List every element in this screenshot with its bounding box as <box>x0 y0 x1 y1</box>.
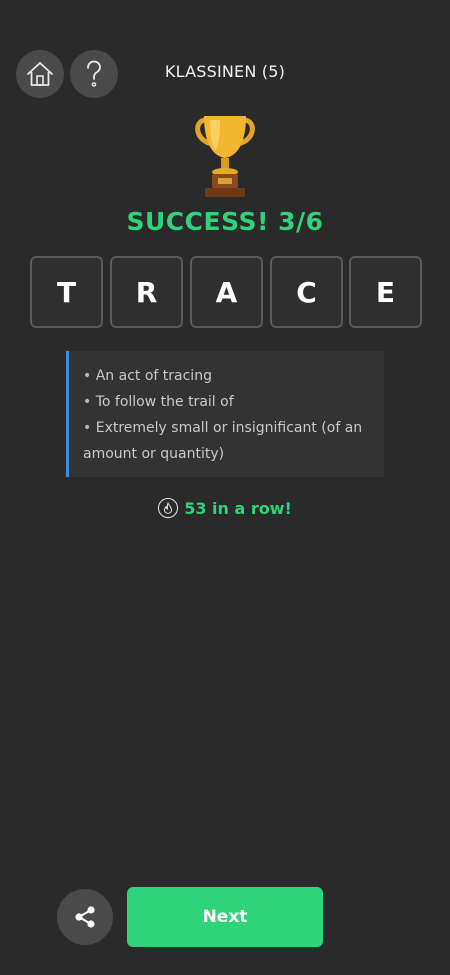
help-button[interactable] <box>70 50 118 98</box>
game-mode-title: KLASSINEN (5) <box>164 62 286 81</box>
letter-tile: T <box>30 256 103 328</box>
definition-item: To follow the trail of <box>83 389 370 415</box>
letter-tile: E <box>349 256 422 328</box>
letter-tile: R <box>110 256 183 328</box>
letter-tile: C <box>270 256 343 328</box>
definition-item: An act of tracing <box>83 363 370 389</box>
result-title: SUCCESS! 3/6 <box>126 207 324 236</box>
share-icon <box>75 906 95 928</box>
definition-item: Extremely small or insignificant (of an … <box>83 415 370 467</box>
streak-indicator: 53 in a row! <box>0 498 450 518</box>
home-button[interactable] <box>16 50 64 98</box>
share-button[interactable] <box>57 889 113 945</box>
streak-text: 53 in a row! <box>184 498 292 518</box>
home-icon <box>27 62 53 86</box>
next-button[interactable]: Next <box>127 887 323 947</box>
flame-icon <box>158 498 179 518</box>
trophy-icon <box>195 116 255 197</box>
question-mark-icon <box>87 60 101 87</box>
definition-panel: An act of tracing To follow the trail of… <box>66 351 384 477</box>
answer-word: T R A C E <box>30 256 422 328</box>
letter-tile: A <box>190 256 263 328</box>
